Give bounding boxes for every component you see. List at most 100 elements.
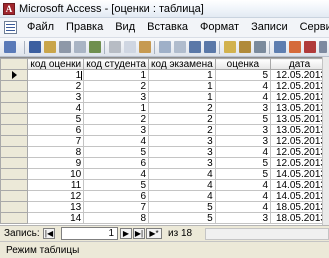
table-cell[interactable]: 7 bbox=[83, 201, 149, 213]
table-cell[interactable]: 3 bbox=[214, 102, 272, 114]
column-header-kod-ocenki[interactable]: код оценки bbox=[27, 58, 85, 70]
table-cell[interactable]: 1 bbox=[83, 69, 149, 81]
filter-by-form-icon[interactable] bbox=[239, 41, 251, 53]
spelling-icon[interactable] bbox=[89, 41, 101, 53]
table-cell[interactable]: 13 bbox=[27, 201, 85, 213]
menu-item[interactable]: Формат bbox=[200, 21, 239, 33]
table-cell[interactable]: 4 bbox=[148, 179, 216, 191]
column-header-kod-studenta[interactable]: код студента bbox=[83, 58, 149, 70]
table-row[interactable]: 7 4 3 3 12.05.2013 bbox=[0, 135, 329, 147]
table-cell[interactable]: 3 bbox=[27, 91, 85, 103]
record-selector[interactable] bbox=[0, 190, 29, 202]
column-header-ocenka[interactable]: оценка bbox=[214, 58, 272, 70]
table-row[interactable]: 13 7 5 4 18.05.2013 bbox=[0, 201, 329, 213]
table-cell[interactable]: 1 bbox=[83, 102, 149, 114]
save-icon[interactable] bbox=[29, 41, 41, 53]
table-cell[interactable]: 1 bbox=[148, 69, 216, 81]
table-cell[interactable]: 2 bbox=[148, 124, 216, 136]
table-row[interactable]: 6 3 2 3 13.05.2013 bbox=[0, 124, 329, 136]
copy-icon[interactable] bbox=[124, 41, 136, 53]
table-row[interactable]: 10 4 4 5 14.05.2013 bbox=[0, 168, 329, 180]
table-cell[interactable]: 4 bbox=[148, 190, 216, 202]
cut-icon[interactable] bbox=[109, 41, 121, 53]
table-cell[interactable]: 6 bbox=[27, 124, 85, 136]
sort-ascending-icon[interactable] bbox=[189, 41, 201, 53]
record-selector[interactable] bbox=[0, 80, 29, 92]
table-row[interactable]: 5 2 2 5 13.05.2013 bbox=[0, 113, 329, 125]
table-row[interactable]: 8 5 3 4 12.05.2013 bbox=[0, 146, 329, 158]
table-cell[interactable]: 12.05.2013 bbox=[270, 69, 329, 81]
menu-item[interactable]: Записи bbox=[251, 21, 288, 33]
table-cell[interactable]: 3 bbox=[214, 212, 272, 224]
table-cell[interactable]: 12.05.2013 bbox=[270, 80, 329, 92]
record-selector[interactable] bbox=[0, 212, 29, 224]
record-selector[interactable] bbox=[0, 179, 29, 191]
search-icon[interactable] bbox=[44, 41, 56, 53]
table-cell[interactable]: 4 bbox=[214, 201, 272, 213]
table-document-icon[interactable] bbox=[4, 21, 17, 34]
table-cell[interactable]: 2 bbox=[27, 80, 85, 92]
table-cell[interactable]: 3 bbox=[83, 124, 149, 136]
table-cell[interactable]: 3 bbox=[148, 157, 216, 169]
table-cell[interactable]: 6 bbox=[83, 157, 149, 169]
undo-dropdown-icon[interactable] bbox=[174, 41, 186, 53]
table-cell[interactable]: 14.05.2013 bbox=[270, 179, 329, 191]
next-record-button[interactable]: ▶ bbox=[120, 228, 132, 239]
table-cell[interactable]: 4 bbox=[27, 102, 85, 114]
table-cell[interactable]: 18.05.2013 bbox=[270, 212, 329, 224]
select-all-cell[interactable] bbox=[0, 58, 29, 70]
table-cell[interactable]: 8 bbox=[83, 212, 149, 224]
table-cell[interactable]: 5 bbox=[214, 113, 272, 125]
table-cell[interactable]: 2 bbox=[83, 80, 149, 92]
table-cell[interactable]: 4 bbox=[148, 168, 216, 180]
print-preview-icon[interactable] bbox=[74, 41, 86, 53]
table-row[interactable]: 9 6 3 5 12.05.2013 bbox=[0, 157, 329, 169]
record-selector[interactable] bbox=[0, 69, 29, 81]
menu-item[interactable]: Сервис bbox=[300, 21, 329, 33]
first-record-button[interactable]: |◀ bbox=[43, 228, 55, 239]
table-cell[interactable]: 13.05.2013 bbox=[270, 124, 329, 136]
record-selector[interactable] bbox=[0, 168, 29, 180]
table-cell[interactable]: 4 bbox=[214, 179, 272, 191]
column-header-data[interactable]: дата bbox=[270, 58, 329, 70]
table-cell[interactable]: 12.05.2013 bbox=[270, 146, 329, 158]
record-selector[interactable] bbox=[0, 135, 29, 147]
table-cell[interactable]: 5 bbox=[148, 201, 216, 213]
print-icon[interactable] bbox=[59, 41, 71, 53]
table-cell[interactable]: 13.05.2013 bbox=[270, 102, 329, 114]
table-cell[interactable]: 12.05.2013 bbox=[270, 91, 329, 103]
table-cell[interactable]: 2 bbox=[83, 113, 149, 125]
table-cell[interactable]: 3 bbox=[148, 146, 216, 158]
table-row[interactable]: 1 1 1 5 12.05.2013 bbox=[0, 69, 329, 81]
horizontal-scrollbar[interactable] bbox=[205, 228, 329, 240]
table-cell[interactable]: 5 bbox=[83, 146, 149, 158]
table-cell[interactable]: 2 bbox=[148, 102, 216, 114]
table-cell[interactable]: 8 bbox=[27, 146, 85, 158]
table-row[interactable]: 14 8 5 3 18.05.2013 bbox=[0, 212, 329, 224]
sort-descending-icon[interactable] bbox=[204, 41, 216, 53]
table-cell[interactable]: 12.05.2013 bbox=[270, 157, 329, 169]
toolbar-more-icon[interactable] bbox=[319, 41, 327, 53]
table-cell[interactable]: 11 bbox=[27, 179, 85, 191]
find-icon[interactable] bbox=[274, 41, 286, 53]
menu-item[interactable]: Вставка bbox=[147, 21, 188, 33]
new-record-button[interactable]: ▶* bbox=[146, 228, 162, 239]
record-selector[interactable] bbox=[0, 113, 29, 125]
table-row[interactable]: 12 6 4 4 14.05.2013 bbox=[0, 190, 329, 202]
table-row[interactable]: 2 2 1 4 12.05.2013 bbox=[0, 80, 329, 92]
table-cell[interactable]: 5 bbox=[27, 113, 85, 125]
menu-item[interactable]: Файл bbox=[27, 21, 54, 33]
table-row[interactable]: 3 3 1 4 12.05.2013 bbox=[0, 91, 329, 103]
column-header-kod-ekzamena[interactable]: код экзамена bbox=[148, 58, 216, 70]
table-cell[interactable]: 9 bbox=[27, 157, 85, 169]
table-cell[interactable]: 12 bbox=[27, 190, 85, 202]
menu-item[interactable]: Вид bbox=[115, 21, 135, 33]
table-cell[interactable]: 6 bbox=[83, 190, 149, 202]
table-cell[interactable]: 4 bbox=[214, 80, 272, 92]
delete-record-icon[interactable] bbox=[304, 41, 316, 53]
table-cell[interactable]: 13.05.2013 bbox=[270, 113, 329, 125]
record-selector[interactable] bbox=[0, 102, 29, 114]
table-cell[interactable]: 18.05.2013 bbox=[270, 201, 329, 213]
table-cell[interactable]: 2 bbox=[148, 113, 216, 125]
table-cell[interactable]: 3 bbox=[148, 135, 216, 147]
